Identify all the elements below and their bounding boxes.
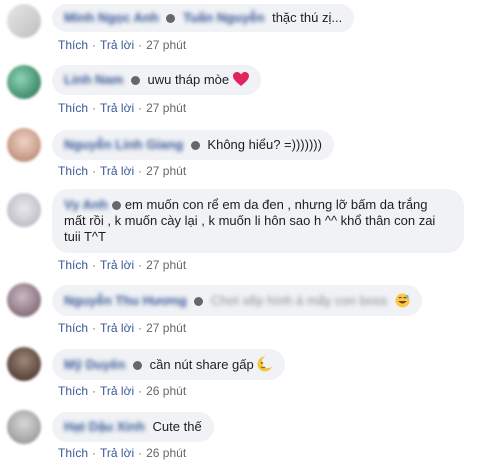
like-button[interactable]: Thích [58, 164, 88, 178]
avatar[interactable] [7, 128, 41, 162]
comment-bubble: Hạt Dậu Xinh Cute thế [52, 412, 214, 442]
comment-time[interactable]: 27 phút [146, 321, 186, 335]
comment-bubble: Nguyễn Linh Giang Không hiểu? =))))))) [52, 130, 334, 160]
like-button[interactable]: Thích [58, 101, 88, 115]
comment-bubble: Vy Anh em muốn con rể em da đen , nhưng l… [52, 189, 464, 253]
like-button[interactable]: Thích [58, 258, 88, 272]
comment-time[interactable]: 27 phút [146, 101, 186, 115]
comment-author[interactable]: Linh Nam [64, 65, 123, 95]
like-button[interactable]: Thích [58, 38, 88, 52]
comment-text: Chơi xếp hình à mấy con boss [210, 293, 388, 308]
verified-badge-icon [133, 361, 143, 370]
comment-text: thặc thú zị... [272, 10, 343, 25]
comment-time[interactable]: 27 phút [146, 258, 186, 272]
laugh-sweat-emoji [395, 293, 410, 308]
verified-badge-icon [194, 297, 204, 306]
comment-text: Cute thế [152, 419, 202, 434]
verified-badge-icon [111, 201, 121, 210]
verified-badge-icon [166, 14, 176, 23]
comment-author[interactable]: Vy Anh [64, 197, 108, 213]
comment-bubble: Nguyễn Thu Hương Chơi xếp hình à mấy con… [52, 285, 422, 316]
comment-text: uwu tháp mòe [147, 72, 230, 87]
avatar[interactable] [7, 283, 41, 317]
verified-badge-icon [190, 141, 200, 150]
comment-bubble: Mỹ Duyên cần nút share gấp [52, 349, 286, 380]
reply-button[interactable]: Trả lời [100, 321, 134, 335]
avatar[interactable] [7, 193, 41, 227]
comment-actions: Thích · Trả lời · 27 phút [58, 258, 187, 272]
avatar[interactable] [7, 4, 41, 38]
verified-badge-icon [130, 76, 140, 85]
reply-button[interactable]: Trả lời [100, 101, 134, 115]
comment-bubble: Linh Nam uwu tháp mòe [52, 65, 261, 95]
like-button[interactable]: Thích [58, 321, 88, 335]
comment-actions: Thích · Trả lời · 27 phút [58, 38, 187, 52]
like-button[interactable]: Thích [58, 384, 88, 398]
avatar[interactable] [7, 410, 41, 444]
like-button[interactable]: Thích [58, 446, 88, 460]
comment-time[interactable]: 27 phút [146, 38, 186, 52]
comment-actions: Thích · Trả lời · 26 phút [58, 446, 187, 460]
avatar[interactable] [7, 65, 41, 99]
comment-author[interactable]: Nguyễn Linh Giang [64, 130, 183, 160]
comment-author[interactable]: Mỹ Duyên [64, 349, 125, 380]
reply-button[interactable]: Trả lời [100, 38, 134, 52]
comment-author[interactable]: Nguyễn Thu Hương [64, 285, 187, 316]
heart-face-emoji [232, 72, 249, 86]
comment-time[interactable]: 26 phút [146, 384, 186, 398]
comment-actions: Thích · Trả lời · 26 phút [58, 384, 187, 398]
comment-actions: Thích · Trả lời · 27 phút [58, 101, 187, 115]
reply-button[interactable]: Trả lời [100, 164, 134, 178]
comment-text: cần nút share gấp [149, 357, 254, 372]
avatar[interactable] [7, 347, 41, 381]
comment-actions: Thích · Trả lời · 27 phút [58, 321, 187, 335]
reply-button[interactable]: Trả lời [100, 446, 134, 460]
comment-actions: Thích · Trả lời · 27 phút [58, 164, 187, 178]
reply-button[interactable]: Trả lời [100, 258, 134, 272]
comment-time[interactable]: 26 phút [146, 446, 186, 460]
comment-time[interactable]: 27 phút [146, 164, 186, 178]
comment-text: Không hiểu? =))))))) [207, 137, 322, 152]
comment-author[interactable]: Hạt Dậu Xinh [64, 412, 145, 442]
moon-emoji [257, 356, 275, 372]
reply-button[interactable]: Trả lời [100, 384, 134, 398]
tagged-user[interactable]: Tuấn Nguyễn [183, 4, 264, 32]
comment-bubble: Minh Ngọc Anh Tuấn Nguyễn thặc thú zị... [52, 4, 355, 32]
comment-author[interactable]: Minh Ngọc Anh [64, 4, 159, 32]
